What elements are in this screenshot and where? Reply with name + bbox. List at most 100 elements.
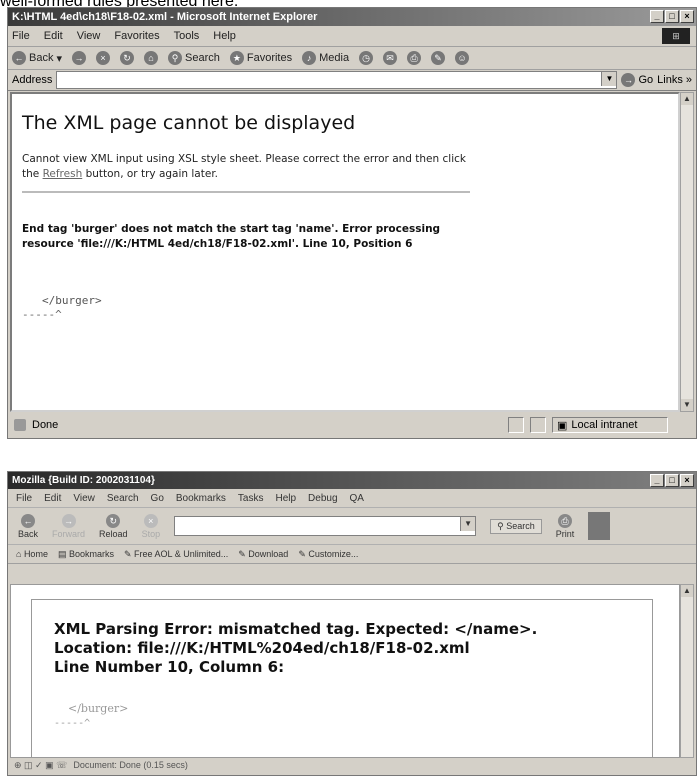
moz-vertical-scrollbar[interactable]: ▲ <box>680 584 694 758</box>
menu-bookmarks[interactable]: Bookmarks <box>176 493 226 504</box>
menu-edit[interactable]: Edit <box>44 493 61 504</box>
scroll-up-icon[interactable]: ▲ <box>681 93 693 105</box>
history-icon: ◷ <box>359 51 374 65</box>
history-button[interactable]: ◷ <box>359 51 374 65</box>
ie-menubar: File Edit View Favorites Tools Help ⊞ <box>8 26 696 47</box>
bookmark-download[interactable]: ✎ Download <box>238 549 288 560</box>
forward-button[interactable]: → Forward <box>52 513 85 539</box>
status-text: Document: Done (0.15 secs) <box>73 760 188 770</box>
error-heading: The XML page cannot be displayed <box>22 112 356 134</box>
status-panel <box>508 417 524 433</box>
personal-toolbar: ⌂ Home ▤ Bookmarks ✎ Free AOL & Unlimite… <box>8 545 696 564</box>
edit-icon: ✎ <box>431 51 446 65</box>
ie-titlebar[interactable]: K:\HTML 4ed\ch18\F18-02.xml - Microsoft … <box>8 8 696 26</box>
message-post: button, or try again later. <box>82 168 219 180</box>
bookmark-customize[interactable]: ✎ Customize... <box>298 549 358 560</box>
code-line: </burger> <box>42 294 102 307</box>
menu-view[interactable]: View <box>73 493 95 504</box>
bookmark-home[interactable]: ⌂ Home <box>16 549 48 559</box>
links-button[interactable]: Links » <box>657 74 696 86</box>
moz-statusbar: ⊕ ◫ ✓ ▣ ☏ Document: Done (0.15 secs) <box>10 756 694 774</box>
minimize-button[interactable]: _ <box>650 10 664 23</box>
menu-edit[interactable]: Edit <box>44 30 63 42</box>
menu-help[interactable]: Help <box>275 493 296 504</box>
back-button[interactable]: ← Back <box>18 513 39 539</box>
favorites-button[interactable]: ★ Favorites <box>229 51 293 65</box>
minimize-button[interactable]: _ <box>650 474 664 487</box>
home-button[interactable]: ⌂ <box>144 51 158 65</box>
stop-button[interactable]: × Stop <box>142 513 160 539</box>
intranet-icon: ▣ <box>557 419 568 432</box>
caret-line: -----^ <box>22 308 62 321</box>
print-button[interactable]: ⎙ <box>407 51 422 65</box>
search-icon: ⚲ <box>497 520 504 531</box>
close-button[interactable]: × <box>680 474 694 487</box>
address-input[interactable]: ▼ <box>56 71 618 89</box>
bookmark-bookmarks[interactable]: ▤ Bookmarks <box>58 549 114 560</box>
address-label: Address <box>12 74 53 86</box>
bookmark-home-label: Home <box>23 549 48 559</box>
ie-statusbar: Done ▣ Local intranet <box>10 416 694 434</box>
bookmark-customize-label: Customize... <box>308 548 359 559</box>
ie-vertical-scrollbar[interactable]: ▲ ▼ <box>680 92 694 412</box>
menu-help[interactable]: Help <box>213 30 236 42</box>
print-button[interactable]: ⎙ Print <box>555 513 575 539</box>
error-line: Line Number 10, Column 6: <box>54 658 285 676</box>
favorites-label: Favorites <box>246 52 293 64</box>
print-label: Print <box>555 528 575 539</box>
menu-go[interactable]: Go <box>151 493 164 504</box>
media-button[interactable]: ♪ Media <box>302 51 349 65</box>
code-line: </burger> <box>68 702 129 715</box>
moz-titlebar[interactable]: Mozilla {Build ID: 2002031104} _ □ × <box>8 472 696 489</box>
search-button[interactable]: ⚲ Search <box>168 51 220 65</box>
menu-file[interactable]: File <box>12 30 30 42</box>
edit-button[interactable]: ✎ <box>431 51 446 65</box>
maximize-button[interactable]: □ <box>665 10 679 23</box>
page-icon <box>14 419 26 431</box>
bookmark-aol[interactable]: ✎ Free AOL & Unlimited... <box>124 549 228 560</box>
menu-qa[interactable]: QA <box>350 493 364 504</box>
back-button[interactable]: ← Back ▾ <box>12 51 62 65</box>
stop-button[interactable]: × <box>96 51 110 65</box>
url-dropdown-icon[interactable]: ▼ <box>460 517 476 531</box>
reload-icon: ↻ <box>106 513 121 528</box>
menu-search[interactable]: Search <box>107 493 139 504</box>
favorites-icon: ★ <box>229 51 244 65</box>
messenger-button[interactable]: ☺ <box>455 51 470 65</box>
media-icon: ♪ <box>302 51 317 65</box>
menu-view[interactable]: View <box>77 30 101 42</box>
reload-button[interactable]: ↻ Reload <box>99 513 128 539</box>
parse-error-text: XML Parsing Error: mismatched tag. Expec… <box>54 620 537 677</box>
moz-title: Mozilla {Build ID: 2002031104} <box>12 475 155 486</box>
back-label: Back <box>29 52 54 64</box>
bookmark-aol-label: Free AOL & Unlimited... <box>134 548 229 559</box>
menu-tools[interactable]: Tools <box>174 30 200 42</box>
zone-panel: ▣ Local intranet <box>552 417 668 433</box>
menu-tasks[interactable]: Tasks <box>238 493 264 504</box>
print-icon: ⎙ <box>557 513 572 528</box>
error-line: Location: file:///K:/HTML%204ed/ch18/F18… <box>54 639 470 657</box>
menu-file[interactable]: File <box>16 493 32 504</box>
maximize-button[interactable]: □ <box>665 474 679 487</box>
address-dropdown-icon[interactable]: ▼ <box>601 72 617 86</box>
url-input[interactable]: ▼ <box>174 516 477 536</box>
go-button[interactable]: → Go <box>621 73 653 87</box>
mozilla-window: Mozilla {Build ID: 2002031104} _ □ × Fil… <box>7 471 697 776</box>
mail-button[interactable]: ✉ <box>383 51 398 65</box>
scroll-up-icon[interactable]: ▲ <box>681 585 693 597</box>
windows-logo-icon: ⊞ <box>662 28 690 44</box>
mozilla-throbber-icon[interactable] <box>588 512 611 540</box>
parse-error-box: XML Parsing Error: mismatched tag. Expec… <box>31 599 653 757</box>
ie-title: K:\HTML 4ed\ch18\F18-02.xml - Microsoft … <box>12 11 318 23</box>
search-button[interactable]: ⚲ Search <box>490 518 542 534</box>
back-arrow-icon: ← <box>12 51 26 65</box>
forward-button[interactable]: → <box>72 51 86 65</box>
refresh-link[interactable]: Refresh <box>43 168 83 180</box>
scroll-down-icon[interactable]: ▼ <box>681 399 693 411</box>
menu-favorites[interactable]: Favorites <box>114 30 159 42</box>
menu-debug[interactable]: Debug <box>308 493 337 504</box>
close-button[interactable]: × <box>680 10 694 23</box>
status-panel <box>530 417 546 433</box>
refresh-button[interactable]: ↻ <box>120 51 134 65</box>
back-label: Back <box>18 528 39 539</box>
